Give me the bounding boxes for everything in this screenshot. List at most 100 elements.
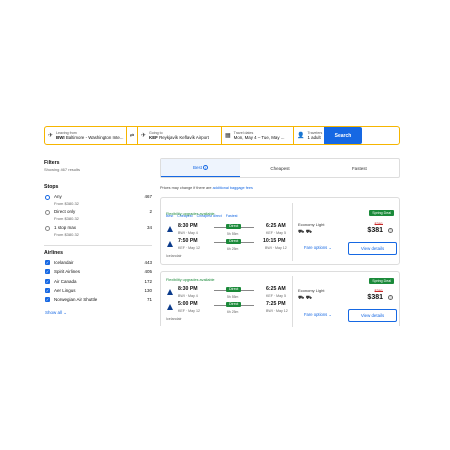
arrive-sub: KEF · May 5	[266, 231, 286, 235]
arrive-time: 6:25 AM	[266, 286, 286, 292]
view-details-button[interactable]: View details	[348, 309, 397, 322]
flexibility-note: Flexibility upgrades available	[166, 278, 215, 282]
results-count: Showing 467 results	[44, 167, 81, 172]
filters-title: Filters	[44, 160, 60, 166]
travel-dates-field[interactable]: ▦ Travel dates Mon, May 4 – Tue, May ...	[222, 127, 294, 144]
old-price: $391	[374, 222, 383, 226]
direct-badge: Direct	[226, 302, 242, 307]
stop-from: From $380.32	[54, 201, 79, 206]
divider	[44, 245, 152, 246]
baggage-fees-link[interactable]: additional baggage fees	[213, 186, 253, 190]
notice-text: Prices may change if there are	[160, 186, 212, 190]
leaving-from-field[interactable]: ✈ Leaving from BWI Baltimore - Washingto…	[45, 127, 127, 144]
icelandair-logo-icon	[167, 241, 173, 247]
spring-deal-badge: Spring Deal	[369, 278, 394, 284]
tab-cheapest[interactable]: Cheapest	[240, 159, 319, 177]
radio-any[interactable]	[45, 195, 50, 200]
going-to-field[interactable]: ✈ Going to KEF Reykjavík Keflavík Airpor…	[138, 127, 222, 144]
swap-icon[interactable]: ⇄	[127, 127, 138, 144]
view-details-button[interactable]: View details	[348, 242, 397, 255]
chevron-down-icon: ⌄	[328, 245, 332, 250]
arrive-sub: BWI · May 12	[265, 246, 287, 250]
tab-best-label: Best	[193, 165, 203, 170]
tab-best[interactable]: Best i	[161, 159, 241, 177]
depart-sub: BWI · May 4	[178, 294, 198, 298]
airline-label: Aer Lingus	[54, 288, 76, 293]
flight-card[interactable]: Best Cheapest Cheapest direct Fastest Flexi…	[160, 197, 400, 265]
flight-card[interactable]: Flexibility upgrades available 8:30 PM B…	[160, 271, 400, 327]
checkbox-checked-icon[interactable]: ✓	[45, 260, 50, 265]
spring-deal-badge: Spring Deal	[369, 210, 394, 216]
info-icon[interactable]: ?	[388, 295, 393, 300]
going-value: Reykjavík Keflavík Airport	[159, 135, 209, 141]
airline-option-air-canada[interactable]: ✓ Air Canada 172	[44, 279, 152, 285]
show-all-link[interactable]: Show all ⌄	[45, 310, 67, 316]
depart-time: 7:50 PM	[178, 238, 198, 244]
depart-time: 5:00 PM	[178, 301, 198, 307]
leaving-value: Baltimore - Washington Inte...	[65, 135, 124, 141]
airline-option-icelandair[interactable]: ✓ Icelandair 443	[44, 260, 152, 266]
duration: 6h 25m	[227, 247, 239, 251]
icelandair-logo-icon	[167, 226, 173, 232]
airline-count: 405	[144, 269, 152, 274]
airline-option-aer-lingus[interactable]: ✓ Aer Lingus 130	[44, 288, 152, 294]
fare-options-link[interactable]: Fare options ⌄	[304, 245, 332, 250]
carry-on-icon: ⛟	[305, 295, 312, 301]
radio-one-stop[interactable]	[45, 226, 50, 231]
airline-option-norwegian[interactable]: ✓ Norwegian Air Shuttle 71	[44, 297, 152, 303]
depart-sub: BWI · May 4	[178, 231, 198, 235]
airline-option-spirit[interactable]: ✓ Spirit Airlines 405	[44, 269, 152, 275]
arrive-sub: KEF · May 5	[266, 294, 286, 298]
checkbox-checked-icon[interactable]: ✓	[45, 269, 50, 274]
sort-tabs: Best i Cheapest Fastest	[160, 158, 400, 178]
stop-label: Any	[54, 194, 62, 199]
chevron-down-icon: ⌄	[63, 310, 68, 315]
airline-name: Icelandair	[166, 254, 182, 258]
plane-arrive-icon: ✈	[141, 132, 147, 139]
baggage-icons: ⛟ ⛟	[298, 295, 312, 302]
airline-label: Air Canada	[54, 279, 77, 284]
search-button[interactable]: Search	[324, 127, 362, 144]
stop-from: From $380.32	[54, 232, 79, 237]
checkbox-checked-icon[interactable]: ✓	[45, 288, 50, 293]
fare-options-link[interactable]: Fare options ⌄	[304, 312, 332, 317]
direct-badge: Direct	[226, 224, 242, 229]
airline-label: Icelandair	[54, 260, 74, 265]
baggage-icons: ⛟ ⛟	[298, 229, 312, 236]
tab-fastest[interactable]: Fastest	[320, 159, 399, 177]
airline-count: 71	[146, 297, 152, 302]
show-all-label: Show all	[45, 310, 63, 315]
stop-label: Direct only	[54, 209, 76, 214]
info-icon[interactable]: ?	[388, 228, 393, 233]
fare-options-label: Fare options	[304, 312, 328, 317]
flexibility-note: Flexibility upgrades available	[166, 212, 215, 216]
checkbox-checked-icon[interactable]: ✓	[45, 279, 50, 284]
icelandair-logo-icon	[167, 289, 173, 295]
person-icon: 👤	[297, 132, 305, 139]
leaving-code: BWI	[56, 135, 65, 141]
duration: 6h 25m	[227, 310, 239, 314]
radio-direct[interactable]	[45, 210, 50, 215]
stop-count: 2	[149, 209, 152, 214]
stops-title: Stops	[44, 184, 59, 190]
personal-item-icon: ⛟	[298, 229, 305, 235]
checkbox-checked-icon[interactable]: ✓	[45, 297, 50, 302]
fare-class: Economy Light	[298, 288, 325, 293]
info-icon[interactable]: i	[203, 165, 209, 170]
depart-sub: KEF · May 12	[178, 246, 200, 250]
arrive-time: 6:25 AM	[266, 223, 286, 229]
calendar-icon: ▦	[225, 132, 231, 139]
airline-count: 443	[144, 260, 152, 265]
direct-badge: Direct	[226, 239, 242, 244]
fare-class: Economy Light	[298, 222, 325, 227]
travelers-field[interactable]: 👤 Travelers 1 adult	[294, 127, 324, 144]
duration: 5h 55m	[227, 232, 239, 236]
stop-count: 467	[144, 194, 152, 199]
travelers-value: 1 adult	[307, 135, 321, 141]
baggage-notice: Prices may change if there are additiona…	[160, 186, 253, 190]
arrive-time: 7:25 PM	[266, 301, 286, 307]
fare-options-label: Fare options	[304, 245, 328, 250]
chevron-down-icon: ⌄	[328, 312, 332, 317]
airline-name: Icelandair	[166, 317, 182, 321]
depart-sub: KEF · May 12	[178, 309, 200, 313]
